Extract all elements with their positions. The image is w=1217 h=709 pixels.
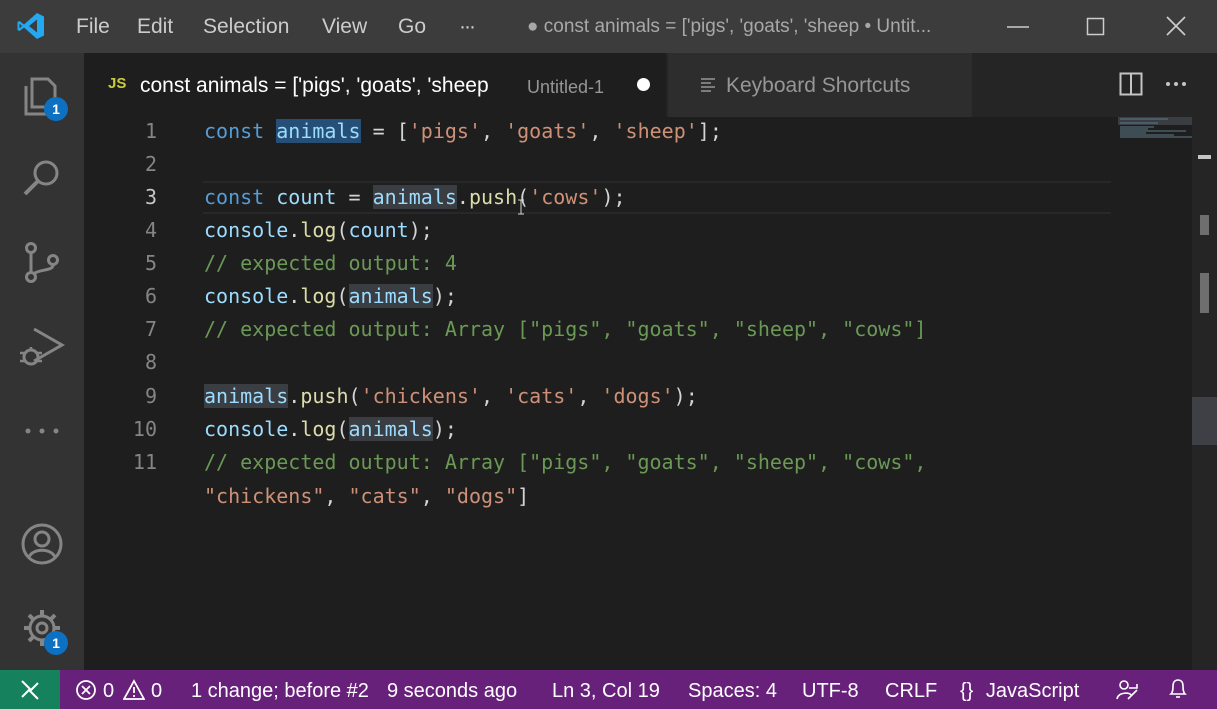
line-number: 5 bbox=[144, 251, 157, 275]
line-number: 7 bbox=[144, 317, 157, 341]
change-info[interactable]: 1 change; before #2 bbox=[191, 679, 369, 703]
menu-view[interactable]: View bbox=[322, 14, 367, 40]
bell-icon[interactable] bbox=[1167, 677, 1189, 701]
more-views-button[interactable] bbox=[0, 389, 84, 473]
line-number: 6 bbox=[144, 284, 157, 308]
more-actions-icon[interactable] bbox=[1164, 72, 1188, 96]
warning-count: 0 bbox=[151, 680, 163, 702]
code-line: console.log(animals); bbox=[204, 284, 457, 308]
line-number: 8 bbox=[144, 350, 157, 374]
settings-badge: 1 bbox=[44, 631, 68, 655]
tab-label: Keyboard Shortcuts bbox=[726, 74, 911, 97]
keyboard-icon bbox=[701, 78, 715, 92]
explorer-badge: 1 bbox=[44, 97, 68, 121]
code-line: // expected output: Array ["pigs", "goat… bbox=[204, 317, 927, 341]
accounts-button[interactable] bbox=[0, 502, 84, 586]
code-line: // expected output: 4 bbox=[204, 251, 457, 275]
more-icon bbox=[25, 428, 59, 434]
run-debug-button[interactable] bbox=[0, 305, 84, 389]
menu-file[interactable]: File bbox=[76, 14, 110, 40]
unsaved-dot-icon[interactable] bbox=[637, 78, 650, 91]
maximize-button[interactable] bbox=[1057, 0, 1137, 53]
feedback-icon[interactable] bbox=[1115, 678, 1139, 702]
code-line: const animals = ['pigs', 'goats', 'sheep… bbox=[204, 119, 722, 143]
language-mode-icon: {} bbox=[960, 680, 974, 702]
code-line: "chickens", "cats", "dogs"] bbox=[204, 484, 530, 508]
end-of-line[interactable]: CRLF bbox=[885, 679, 937, 703]
cursor-position[interactable]: Ln 3, Col 19 bbox=[552, 679, 660, 703]
change-time[interactable]: 9 seconds ago bbox=[387, 679, 517, 703]
vertical-scrollbar[interactable] bbox=[1192, 117, 1217, 670]
menu-edit[interactable]: Edit bbox=[137, 14, 173, 40]
line-number: 1 bbox=[144, 119, 157, 143]
line-number: 3 bbox=[144, 185, 157, 209]
code-line: // expected output: Array ["pigs", "goat… bbox=[204, 450, 927, 474]
search-icon bbox=[23, 160, 59, 196]
error-icon bbox=[76, 680, 96, 700]
close-button[interactable] bbox=[1137, 0, 1217, 53]
menu-more[interactable]: ··· bbox=[459, 14, 476, 40]
minimize-button[interactable] bbox=[977, 0, 1057, 53]
search-button[interactable] bbox=[0, 137, 84, 221]
vscode-logo-icon bbox=[17, 13, 44, 39]
tab-keyboard-shortcuts[interactable]: Keyboard Shortcuts bbox=[668, 53, 972, 117]
line-number: 9 bbox=[144, 384, 157, 408]
remote-indicator-button[interactable] bbox=[0, 670, 60, 709]
title-bar: File Edit Selection View Go ··· ● const … bbox=[0, 0, 1217, 53]
remote-icon bbox=[21, 680, 39, 700]
language-mode-label: JavaScript bbox=[985, 680, 1080, 702]
indentation[interactable]: Spaces: 4 bbox=[688, 679, 777, 703]
source-control-button[interactable] bbox=[0, 221, 84, 305]
code-editor[interactable]: 1 2 3 4 5 6 7 8 9 10 11 const animals = … bbox=[84, 117, 1217, 670]
line-number: 4 bbox=[144, 218, 157, 242]
minimap[interactable] bbox=[1118, 117, 1194, 147]
tab-description: Untitled-1 bbox=[527, 77, 605, 97]
javascript-file-icon: JS bbox=[108, 75, 127, 92]
warning-icon bbox=[123, 679, 145, 700]
split-editor-icon[interactable] bbox=[1119, 72, 1143, 96]
source-control-icon bbox=[25, 242, 59, 283]
editor-tab-bar: JS const animals = ['pigs', 'goats', 'sh… bbox=[84, 53, 1217, 117]
text-cursor-icon bbox=[518, 199, 524, 215]
tab-untitled-1[interactable]: JS const animals = ['pigs', 'goats', 'sh… bbox=[84, 53, 666, 117]
maximize-icon bbox=[1086, 17, 1105, 36]
encoding[interactable]: UTF-8 bbox=[802, 679, 859, 703]
menu-selection[interactable]: Selection bbox=[203, 14, 289, 40]
minimize-icon bbox=[1007, 26, 1029, 28]
close-icon bbox=[1166, 16, 1186, 36]
line-number: 2 bbox=[144, 152, 157, 176]
code-line: console.log(count); bbox=[204, 218, 433, 242]
language-mode[interactable]: {} JavaScript bbox=[960, 679, 1079, 703]
manage-button[interactable]: 1 bbox=[0, 586, 84, 670]
code-line: animals.push('chickens', 'cats', 'dogs')… bbox=[204, 384, 698, 408]
window-title: ● const animals = ['pigs', 'goats', 'she… bbox=[527, 16, 932, 37]
activity-bar: 1 1 bbox=[0, 53, 84, 670]
error-count: 0 bbox=[103, 680, 115, 702]
line-number: 11 bbox=[132, 450, 157, 474]
code-line: const count = animals.push('cows'); bbox=[204, 185, 626, 209]
status-bar: 0 0 1 change; before #2 9 seconds ago Ln… bbox=[0, 670, 1217, 709]
account-icon bbox=[21, 523, 63, 565]
code-line: console.log(animals); bbox=[204, 417, 457, 441]
explorer-button[interactable]: 1 bbox=[0, 53, 84, 137]
tab-label: const animals = ['pigs', 'goats', 'sheep bbox=[140, 74, 489, 97]
menu-go[interactable]: Go bbox=[398, 14, 426, 40]
run-debug-icon bbox=[20, 327, 66, 366]
line-number: 10 bbox=[132, 417, 157, 441]
